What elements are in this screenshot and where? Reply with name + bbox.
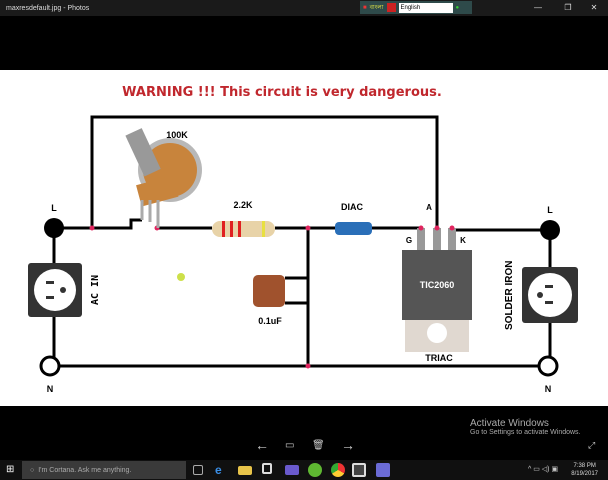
task-view-icon[interactable] <box>193 465 203 475</box>
left-l-label: L <box>51 203 57 213</box>
watermark-title: Activate Windows <box>470 418 549 429</box>
potentiometer-icon <box>125 128 202 228</box>
right-n-label: N <box>545 384 552 394</box>
ime-text: বাংলা <box>369 5 384 11</box>
slideshow-icon[interactable]: ▭ <box>285 440 294 451</box>
left-outlet-icon <box>28 263 82 317</box>
ime-toolbar[interactable]: ■ বাংলা English ● <box>360 1 472 14</box>
pin-k-label: K <box>460 236 466 245</box>
clock-time: 7:38 PM <box>573 463 596 469</box>
resistor-label: 2.2K <box>233 200 253 210</box>
diac-icon <box>335 222 372 235</box>
pin-g-label: G <box>406 236 412 245</box>
clock[interactable]: 7:38 PM 8/19/2017 <box>571 462 598 478</box>
language-select[interactable]: English <box>398 2 453 13</box>
fullscreen-icon[interactable]: ⤢ <box>588 440 595 451</box>
cortana-icon: ○ <box>30 466 35 474</box>
media-icon[interactable] <box>376 463 390 477</box>
photos-icon[interactable] <box>352 463 366 477</box>
edge-icon[interactable]: e <box>215 463 229 477</box>
resistor-icon <box>212 221 275 237</box>
right-n-node <box>537 355 559 377</box>
capacitor-icon <box>253 275 285 307</box>
system-tray-icons[interactable]: ^ ▭ ◁) ▣ <box>528 465 558 473</box>
capacitor-label: 0.1uF <box>258 316 282 326</box>
left-n-label: N <box>47 384 54 394</box>
chrome-icon[interactable] <box>331 463 345 477</box>
right-l-node <box>540 220 560 240</box>
store-icon[interactable] <box>262 463 272 474</box>
app-icon[interactable] <box>285 465 299 475</box>
next-button[interactable]: → <box>341 437 355 453</box>
triac-part-number: TIC2060 <box>420 280 455 290</box>
title-bar: maxresdefault.jpg - Photos ■ বাংলা Engli… <box>0 0 608 16</box>
window-title: maxresdefault.jpg - Photos <box>6 4 90 12</box>
ac-in-label: AC IN <box>90 275 101 305</box>
ime-logo-icon: ■ <box>363 4 367 11</box>
solder-iron-label: SOLDER IRON <box>504 261 515 330</box>
close-button[interactable]: ✕ <box>582 0 606 16</box>
left-n-node <box>39 355 61 377</box>
right-outlet-icon <box>522 267 578 323</box>
mouse-cursor-icon <box>177 273 185 281</box>
restore-button[interactable]: ❐ <box>556 0 580 16</box>
right-l-label: L <box>547 205 553 215</box>
wires <box>50 115 552 368</box>
utorrent-icon[interactable] <box>308 463 322 477</box>
search-placeholder: I'm Cortana. Ask me anything. <box>38 466 132 474</box>
start-windows-icon[interactable]: ⊞ <box>6 464 14 475</box>
left-l-node <box>44 218 64 238</box>
file-explorer-icon[interactable] <box>238 466 252 475</box>
taskbar: ⊞ ○ I'm Cortana. Ask me anything. e ^ ▭ … <box>0 460 608 480</box>
pin-a-label: A <box>426 203 432 212</box>
app-icon <box>386 3 396 12</box>
diac-label: DIAC <box>341 202 363 212</box>
delete-button[interactable]: 🗑 <box>312 440 325 451</box>
minimize-button[interactable]: — <box>526 0 550 16</box>
warning-text: WARNING !!! This circuit is very dangero… <box>122 85 442 100</box>
image-canvas: WARNING !!! This circuit is very dangero… <box>0 70 608 406</box>
circuit-diagram: WARNING !!! This circuit is very dangero… <box>28 85 578 394</box>
watermark-subtitle: Go to Settings to activate Windows. <box>470 429 581 436</box>
clock-date: 8/19/2017 <box>571 471 598 477</box>
pot-label: 100K <box>166 130 188 140</box>
activation-watermark: Activate Windows Go to Settings to activ… <box>470 418 581 436</box>
status-icon: ● <box>455 4 460 11</box>
previous-button[interactable]: ← <box>255 437 269 453</box>
triac-label: TRIAC <box>425 353 453 363</box>
cortana-search[interactable]: ○ I'm Cortana. Ask me anything. <box>22 461 186 479</box>
